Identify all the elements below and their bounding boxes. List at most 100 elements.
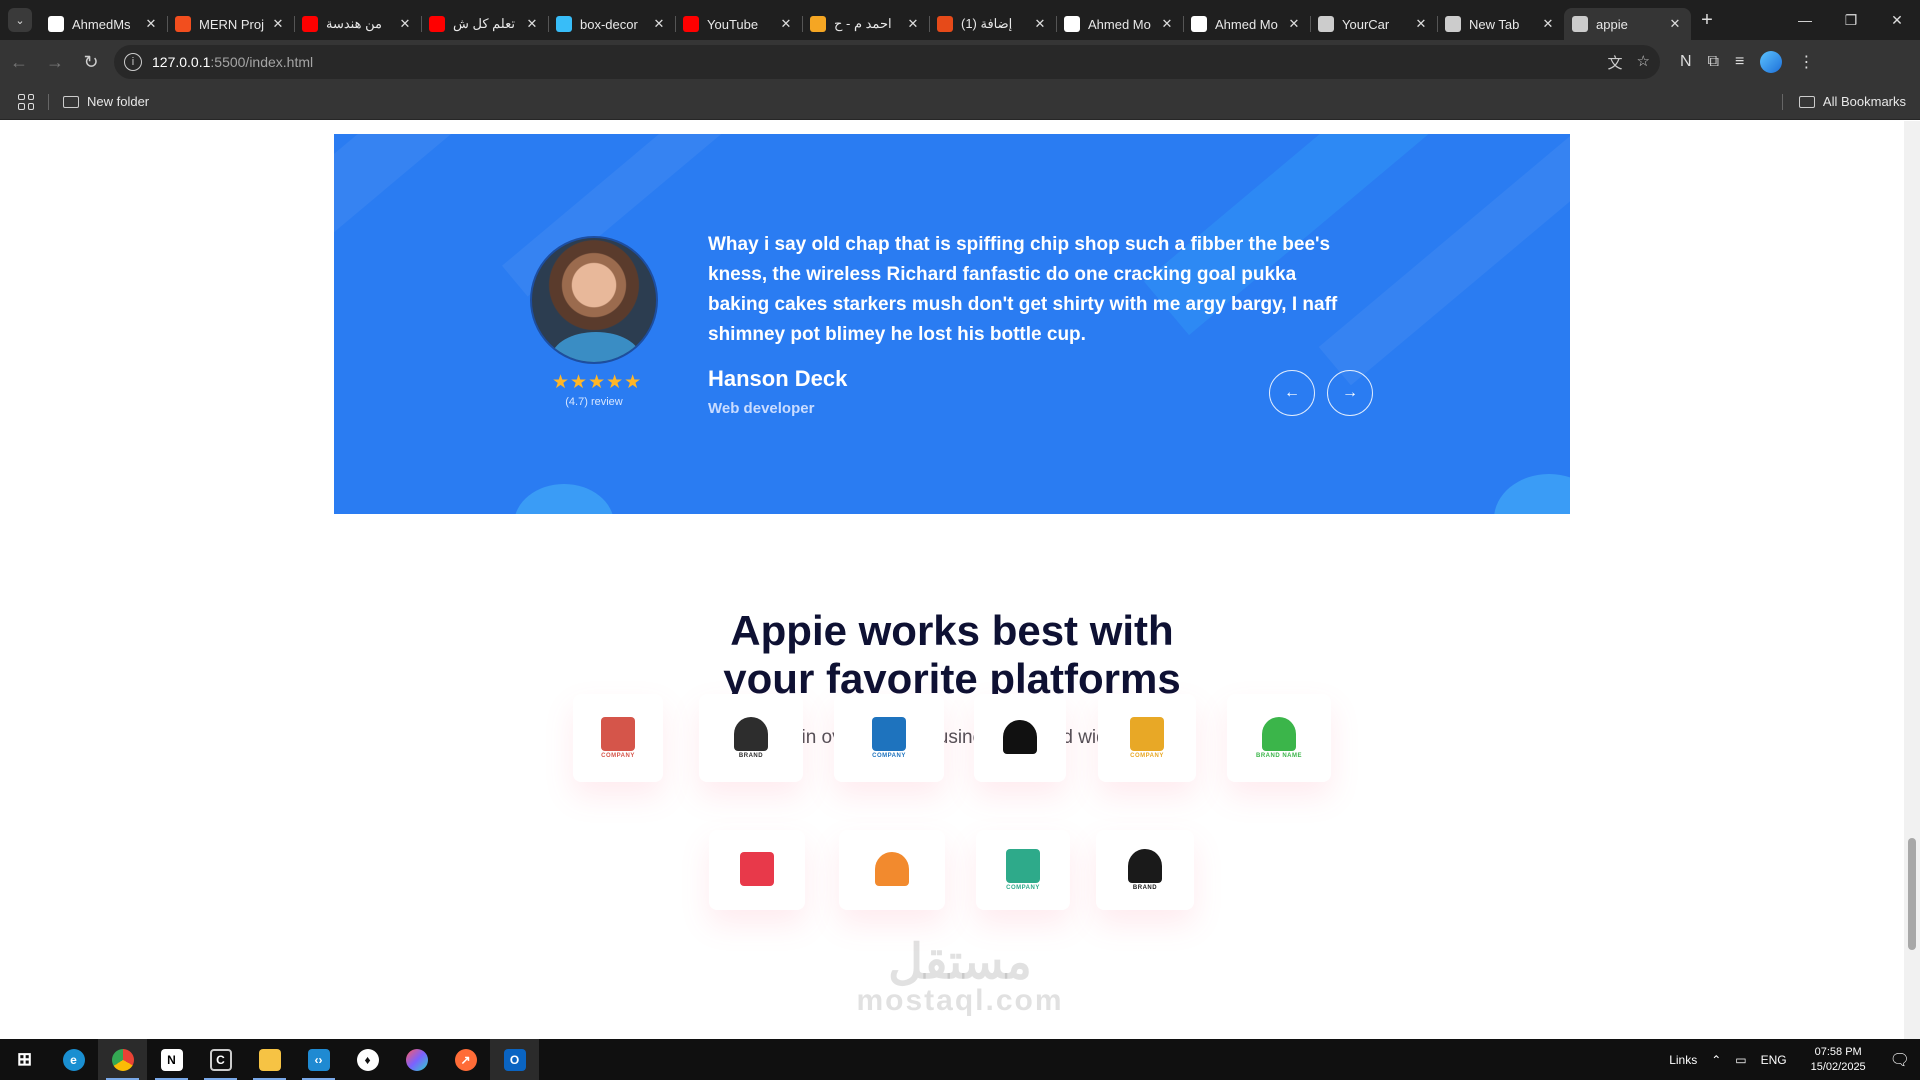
browser-tab[interactable]: MERN Proj ✕ xyxy=(167,8,294,40)
tab-search-button[interactable]: ⌄ xyxy=(8,8,32,32)
brand-card[interactable] xyxy=(839,830,945,910)
language-indicator[interactable]: ENG xyxy=(1761,1053,1787,1067)
browser-tab[interactable]: appie ✕ xyxy=(1564,8,1691,40)
scrollbar-thumb[interactable] xyxy=(1908,838,1916,950)
address-bar[interactable]: i 127.0.0.1 :5500/index.html 文 ☆ xyxy=(114,45,1660,79)
tab-close-icon[interactable]: ✕ xyxy=(143,16,159,32)
links-toolbar[interactable]: Links xyxy=(1669,1053,1697,1067)
url-path: :5500/index.html xyxy=(210,54,314,70)
vercel-icon xyxy=(1064,16,1080,32)
tab-close-icon[interactable]: ✕ xyxy=(1540,16,1556,32)
page-scrollbar[interactable] xyxy=(1904,121,1920,1039)
bg-circle xyxy=(514,484,614,514)
bookmark-folder[interactable]: New folder xyxy=(63,94,149,109)
tab-close-icon[interactable]: ✕ xyxy=(778,16,794,32)
tab-close-icon[interactable]: ✕ xyxy=(1413,16,1429,32)
notifications-icon[interactable]: 🗨 xyxy=(1890,1050,1910,1070)
brand-card[interactable] xyxy=(709,830,805,910)
tab-title: AhmedMs xyxy=(72,16,131,32)
next-testimonial-button[interactable]: → xyxy=(1327,370,1373,416)
clock-date: 15/02/2025 xyxy=(1810,1060,1866,1073)
browser-tab[interactable]: Ahmed Mo ✕ xyxy=(1056,8,1183,40)
tab-title: Ahmed Mo xyxy=(1215,16,1278,32)
minimize-button[interactable]: — xyxy=(1782,0,1828,40)
app-c-icon: C xyxy=(209,1048,232,1071)
browser-tab[interactable]: AhmedMs ✕ xyxy=(40,8,167,40)
tab-title: box-decor xyxy=(580,16,638,32)
notion-extension-icon[interactable]: N xyxy=(1680,53,1692,71)
browser-tab[interactable]: احمد م - ح ✕ xyxy=(802,8,929,40)
taskbar-vscode[interactable]: ‹› xyxy=(294,1039,343,1080)
reading-list-icon[interactable]: ≡ xyxy=(1735,53,1744,71)
tab-close-icon[interactable]: ✕ xyxy=(1032,16,1048,32)
menu-kebab-icon[interactable]: ⋮ xyxy=(1798,52,1814,72)
browser-tab[interactable]: (1) إضافة ✕ xyxy=(929,8,1056,40)
taskbar-notion[interactable]: N xyxy=(147,1039,196,1080)
github-icon xyxy=(48,16,64,32)
chevron-up-icon[interactable]: ⌃ xyxy=(1711,1053,1721,1067)
browser-tab[interactable]: Ahmed Mo ✕ xyxy=(1183,8,1310,40)
site-info-icon[interactable]: i xyxy=(124,53,142,71)
browser-tab[interactable]: YourCar ✕ xyxy=(1310,8,1437,40)
brand-card[interactable]: COMPANY xyxy=(976,830,1070,910)
taskbar-app-clover[interactable] xyxy=(392,1039,441,1080)
figma-icon xyxy=(175,16,191,32)
tab-close-icon[interactable]: ✕ xyxy=(1286,16,1302,32)
taskbar-explorer[interactable] xyxy=(245,1039,294,1080)
reload-button[interactable]: ↻ xyxy=(74,45,108,79)
browser-tab[interactable]: New Tab ✕ xyxy=(1437,8,1564,40)
tab-close-icon[interactable]: ✕ xyxy=(1159,16,1175,32)
folder-icon xyxy=(63,95,79,108)
browser-tab[interactable]: من هندسة ✕ xyxy=(294,8,421,40)
taskbar-edge[interactable]: e xyxy=(49,1039,98,1080)
brand-card[interactable]: COMPANY xyxy=(834,694,944,782)
translate-icon[interactable]: 文 xyxy=(1608,52,1623,73)
brand-card[interactable]: BRAND NAME xyxy=(1227,694,1331,782)
bookmark-star-icon[interactable]: ☆ xyxy=(1637,52,1650,73)
forward-button[interactable]: → xyxy=(38,45,72,79)
taskbar-app-postman[interactable]: ↗ xyxy=(441,1039,490,1080)
close-window-button[interactable]: ✕ xyxy=(1874,0,1920,40)
restore-button[interactable]: ❐ xyxy=(1828,0,1874,40)
square-fold-logo-icon: COMPANY xyxy=(601,717,635,759)
platforms-heading: Appie works best with your favorite plat… xyxy=(0,607,1904,703)
extensions-puzzle-icon[interactable]: ⧉ xyxy=(1708,53,1719,71)
taskbar-chrome[interactable] xyxy=(98,1039,147,1080)
browser-tab[interactable]: تعلم كل ش ✕ xyxy=(421,8,548,40)
apps-grid-icon[interactable] xyxy=(18,93,34,110)
browser-tab[interactable]: YouTube ✕ xyxy=(675,8,802,40)
network-icon[interactable]: ▭ xyxy=(1735,1053,1746,1067)
author-avatar xyxy=(530,236,658,364)
brand-card[interactable]: COMPANY xyxy=(1098,694,1196,782)
tab-title: YourCar xyxy=(1342,16,1390,32)
back-button[interactable]: ← xyxy=(2,45,36,79)
brand-card[interactable]: COMPANY xyxy=(573,694,663,782)
url-host: 127.0.0.1 xyxy=(152,54,211,70)
leaf-wings-logo-icon: BRAND xyxy=(734,717,768,759)
brand-label: COMPANY xyxy=(1130,753,1164,759)
taskbar-app-drop[interactable]: ♦ xyxy=(343,1039,392,1080)
new-tab-button[interactable]: + xyxy=(1691,9,1723,32)
taskbar-app-c[interactable]: C xyxy=(196,1039,245,1080)
brand-card[interactable]: BRAND xyxy=(1096,830,1194,910)
prev-testimonial-button[interactable]: ← xyxy=(1269,370,1315,416)
tab-close-icon[interactable]: ✕ xyxy=(397,16,413,32)
browser-tab[interactable]: box-decor ✕ xyxy=(548,8,675,40)
tab-close-icon[interactable]: ✕ xyxy=(905,16,921,32)
tab-close-icon[interactable]: ✕ xyxy=(651,16,667,32)
start-button[interactable]: ⊞ xyxy=(0,1039,49,1080)
windows-logo-icon: ⊞ xyxy=(16,1049,33,1069)
taskbar-outlook[interactable]: O xyxy=(490,1039,539,1080)
tab-close-icon[interactable]: ✕ xyxy=(270,16,286,32)
brand-card[interactable]: BRAND xyxy=(699,694,803,782)
profile-avatar[interactable] xyxy=(1760,51,1783,73)
tab-title: احمد م - ح xyxy=(834,16,892,31)
vercel-icon xyxy=(1191,16,1207,32)
brand-card[interactable] xyxy=(974,694,1066,782)
brand-label: BRAND xyxy=(738,753,764,759)
postman-icon: ↗ xyxy=(454,1048,477,1071)
tab-close-icon[interactable]: ✕ xyxy=(1667,16,1683,32)
tab-close-icon[interactable]: ✕ xyxy=(524,16,540,32)
all-bookmarks-button[interactable]: All Bookmarks xyxy=(1768,93,1906,110)
clock[interactable]: 07:58 PM 15/02/2025 xyxy=(1811,1045,1866,1075)
